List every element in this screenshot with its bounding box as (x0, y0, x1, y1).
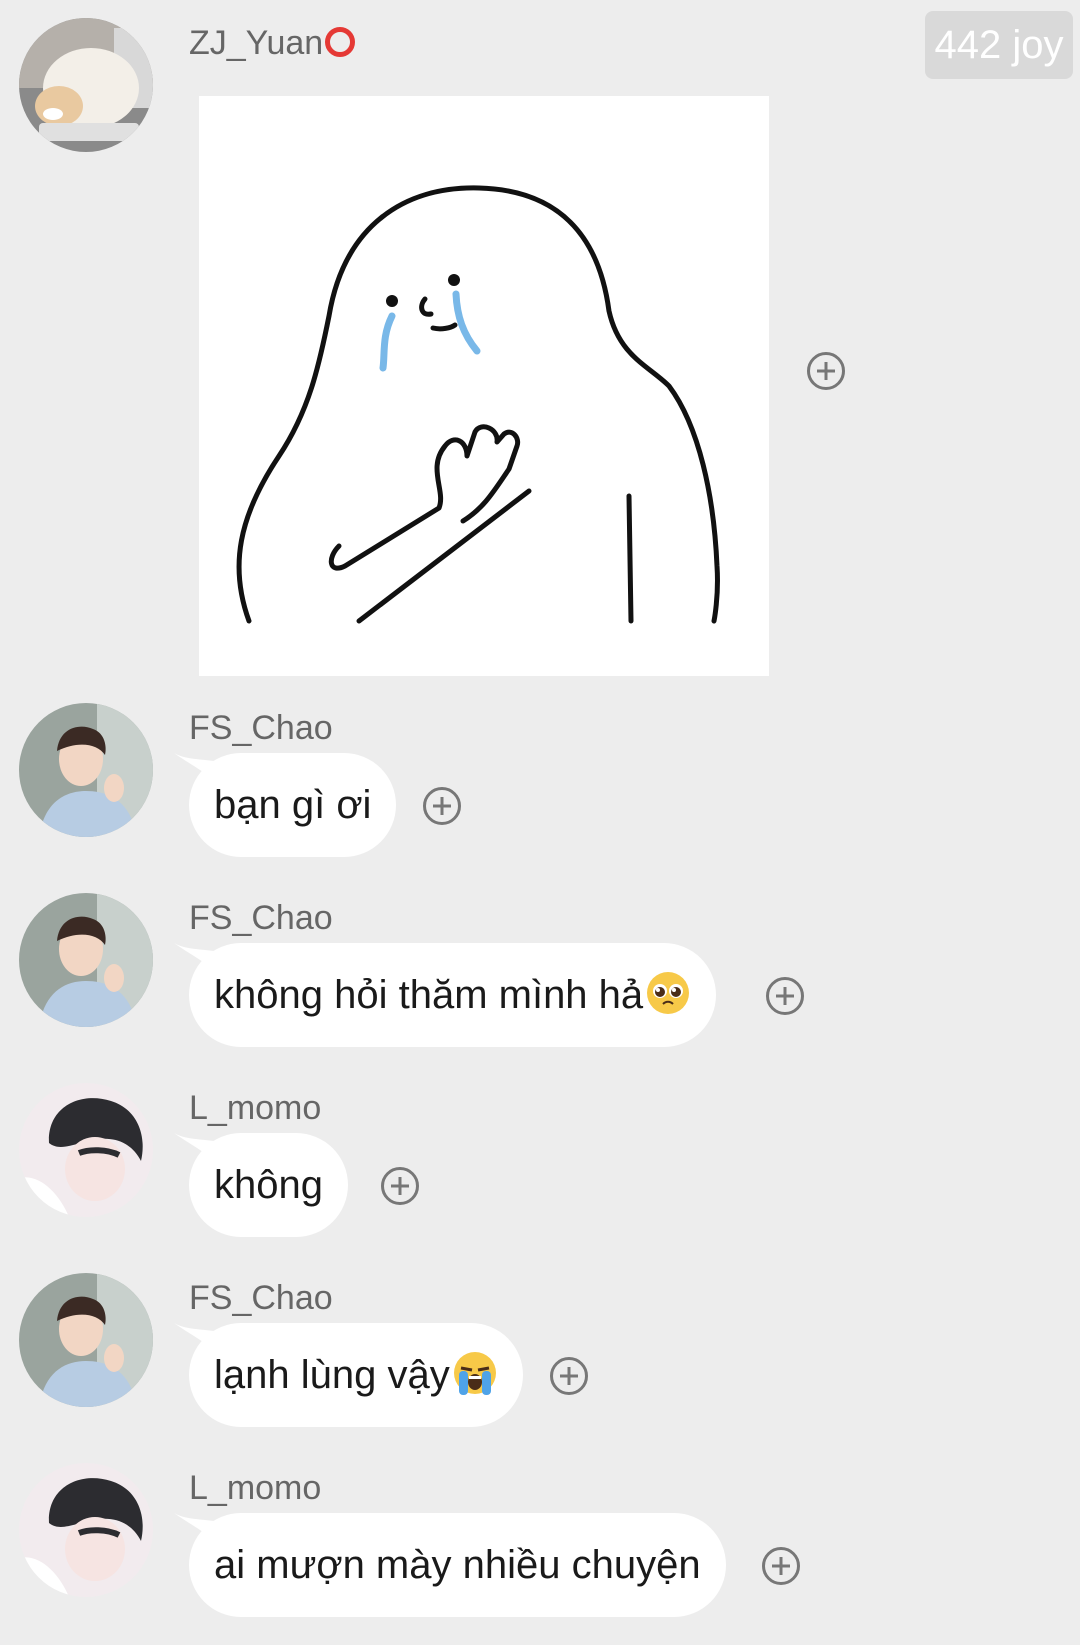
boy-avatar-icon[interactable] (19, 1273, 153, 1407)
dark-hair-avatar-icon[interactable] (19, 1083, 153, 1217)
add-reaction-button[interactable] (381, 1167, 419, 1205)
red-circle-icon (325, 27, 356, 57)
message-text: lạnh lùng vậy (214, 1353, 450, 1397)
username[interactable]: L_momo (189, 1089, 321, 1128)
crying-ghost-sticker-icon[interactable] (199, 96, 769, 676)
add-reaction-button[interactable] (766, 977, 804, 1015)
add-reaction-button[interactable] (762, 1547, 800, 1585)
message-text: không (214, 1163, 323, 1207)
cat-avatar-icon[interactable] (19, 18, 153, 152)
username[interactable]: ZJ_Yuan (189, 24, 356, 63)
message-text: ai mượn mày nhiều chuyện (214, 1543, 701, 1587)
boy-avatar-icon[interactable] (19, 703, 153, 837)
add-reaction-button[interactable] (550, 1357, 588, 1395)
message-bubble[interactable]: không hỏi thăm mình hả (189, 943, 717, 1047)
message-text: bạn gì ơi (214, 783, 372, 827)
username[interactable]: FS_Chao (189, 709, 333, 748)
message-text: không hỏi thăm mình hả (214, 973, 644, 1017)
message-bubble[interactable]: ai mượn mày nhiều chuyện (189, 1513, 726, 1617)
message-bubble[interactable]: bạn gì ơi (189, 753, 397, 857)
joy-badge: 442 joy (925, 11, 1073, 79)
username[interactable]: FS_Chao (189, 1279, 333, 1318)
add-reaction-button[interactable] (423, 787, 461, 825)
loudly-crying-emoji-icon (453, 1352, 496, 1395)
dark-hair-avatar-icon[interactable] (19, 1463, 153, 1597)
message-bubble[interactable]: lạnh lùng vậy (189, 1323, 523, 1427)
username[interactable]: L_momo (189, 1469, 321, 1508)
pleading-face-emoji-icon (647, 972, 690, 1014)
add-reaction-button[interactable] (807, 352, 845, 390)
username[interactable]: FS_Chao (189, 899, 333, 938)
boy-avatar-icon[interactable] (19, 893, 153, 1027)
message-bubble[interactable]: không (189, 1133, 348, 1237)
